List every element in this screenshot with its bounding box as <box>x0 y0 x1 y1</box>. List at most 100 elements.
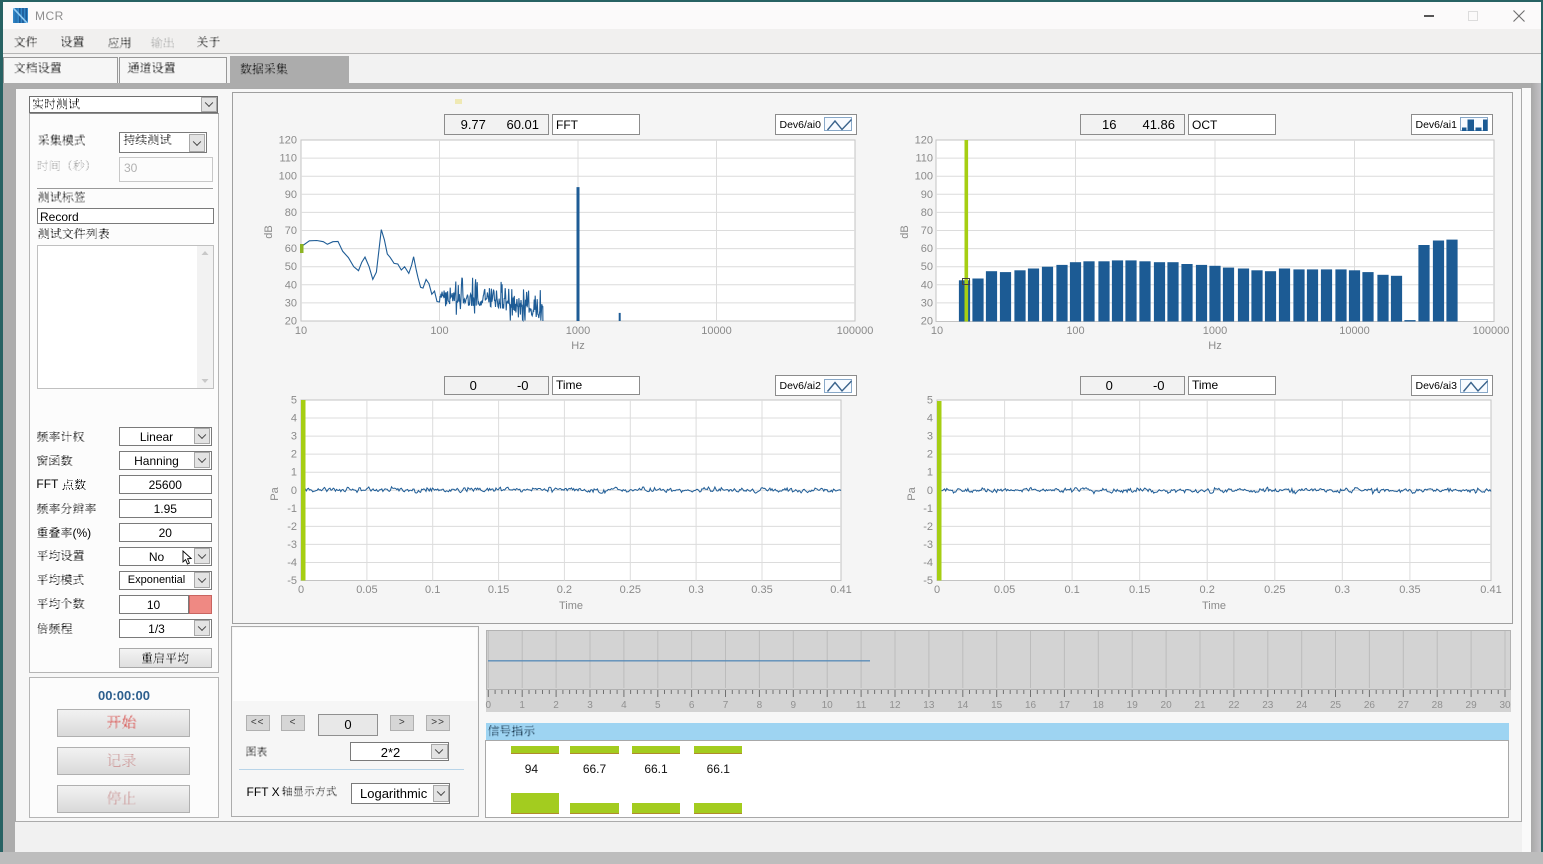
svg-text:0.2: 0.2 <box>1200 584 1215 596</box>
svg-text:16: 16 <box>1025 700 1037 711</box>
svg-text:Hz: Hz <box>571 340 584 352</box>
svg-text:14: 14 <box>957 700 969 711</box>
svg-text:0.1: 0.1 <box>425 584 440 596</box>
svg-text:5: 5 <box>655 700 661 711</box>
svg-text:1000: 1000 <box>566 325 590 337</box>
svg-text:1: 1 <box>291 467 297 479</box>
svg-text:9: 9 <box>791 700 797 711</box>
svg-text:3: 3 <box>291 431 297 443</box>
svg-text:13: 13 <box>923 700 935 711</box>
svg-text:30: 30 <box>285 297 297 309</box>
svg-text:-1: -1 <box>287 503 297 515</box>
svg-text:0.25: 0.25 <box>1264 584 1285 596</box>
svg-text:4: 4 <box>927 413 933 425</box>
svg-text:100000: 100000 <box>1473 325 1510 337</box>
svg-text:2: 2 <box>927 449 933 461</box>
svg-text:27: 27 <box>1398 700 1410 711</box>
svg-text:0: 0 <box>927 485 933 497</box>
svg-text:0: 0 <box>934 584 940 596</box>
svg-text:11: 11 <box>856 700 867 711</box>
svg-text:0.05: 0.05 <box>994 584 1015 596</box>
svg-text:-2: -2 <box>287 521 297 533</box>
svg-text:7: 7 <box>723 700 729 711</box>
svg-text:-2: -2 <box>923 521 933 533</box>
svg-text:-5: -5 <box>287 575 297 587</box>
svg-text:-1: -1 <box>923 503 933 515</box>
svg-text:29: 29 <box>1466 700 1478 711</box>
svg-text:21: 21 <box>1194 700 1206 711</box>
svg-text:100000: 100000 <box>837 325 874 337</box>
svg-text:dB: dB <box>263 225 275 238</box>
svg-text:dB: dB <box>899 225 911 238</box>
svg-text:0: 0 <box>298 584 304 596</box>
svg-text:5: 5 <box>291 395 297 407</box>
svg-text:0: 0 <box>291 485 297 497</box>
svg-text:110: 110 <box>915 153 933 165</box>
svg-text:70: 70 <box>921 225 933 237</box>
svg-text:Time: Time <box>1202 600 1226 612</box>
svg-text:3: 3 <box>587 700 593 711</box>
svg-text:22: 22 <box>1228 700 1240 711</box>
svg-text:10000: 10000 <box>1339 325 1370 337</box>
svg-text:2: 2 <box>553 700 559 711</box>
svg-text:4: 4 <box>291 413 297 425</box>
svg-text:0.05: 0.05 <box>356 584 377 596</box>
svg-text:25: 25 <box>1330 700 1342 711</box>
svg-text:18: 18 <box>1093 700 1105 711</box>
svg-text:80: 80 <box>285 207 297 219</box>
svg-text:70: 70 <box>285 225 297 237</box>
svg-text:0.1: 0.1 <box>1064 584 1079 596</box>
svg-text:3: 3 <box>927 431 933 443</box>
svg-text:120: 120 <box>915 135 933 147</box>
svg-text:10000: 10000 <box>701 325 732 337</box>
svg-text:30: 30 <box>921 297 933 309</box>
svg-text:19: 19 <box>1127 700 1139 711</box>
svg-text:-3: -3 <box>287 539 297 551</box>
svg-text:28: 28 <box>1432 700 1444 711</box>
svg-text:1: 1 <box>927 467 933 479</box>
svg-text:50: 50 <box>921 261 933 273</box>
svg-text:90: 90 <box>921 189 933 201</box>
svg-text:100: 100 <box>430 325 448 337</box>
svg-text:Pa: Pa <box>906 486 918 500</box>
svg-text:50: 50 <box>285 261 297 273</box>
svg-text:1000: 1000 <box>1203 325 1227 337</box>
svg-text:80: 80 <box>921 207 933 219</box>
svg-text:-4: -4 <box>923 557 933 569</box>
svg-text:10: 10 <box>822 700 834 711</box>
svg-text:24: 24 <box>1296 700 1308 711</box>
svg-text:-3: -3 <box>923 539 933 551</box>
svg-text:10: 10 <box>931 325 943 337</box>
svg-text:0: 0 <box>486 700 492 711</box>
svg-text:2: 2 <box>291 449 297 461</box>
svg-text:60: 60 <box>285 243 297 255</box>
svg-text:8: 8 <box>757 700 763 711</box>
svg-text:0.25: 0.25 <box>620 584 641 596</box>
svg-text:0.41: 0.41 <box>1480 584 1501 596</box>
svg-text:0.15: 0.15 <box>488 584 509 596</box>
svg-text:20: 20 <box>1161 700 1173 711</box>
svg-text:1: 1 <box>519 700 525 711</box>
svg-text:Time: Time <box>559 600 583 612</box>
svg-text:40: 40 <box>285 279 297 291</box>
svg-text:90: 90 <box>285 189 297 201</box>
svg-text:100: 100 <box>915 171 933 183</box>
svg-text:-4: -4 <box>287 557 297 569</box>
svg-text:5: 5 <box>927 395 933 407</box>
svg-text:15: 15 <box>991 700 1003 711</box>
svg-text:0.41: 0.41 <box>830 584 851 596</box>
svg-text:110: 110 <box>279 153 297 165</box>
svg-text:0.35: 0.35 <box>751 584 772 596</box>
svg-text:0.35: 0.35 <box>1399 584 1420 596</box>
svg-text:100: 100 <box>279 171 297 183</box>
svg-text:0.2: 0.2 <box>557 584 572 596</box>
svg-text:0.15: 0.15 <box>1129 584 1150 596</box>
svg-text:60: 60 <box>921 243 933 255</box>
svg-text:Hz: Hz <box>1208 340 1221 352</box>
svg-text:40: 40 <box>921 279 933 291</box>
svg-text:0.3: 0.3 <box>1335 584 1350 596</box>
svg-text:26: 26 <box>1364 700 1376 711</box>
svg-text:4: 4 <box>621 700 627 711</box>
svg-text:12: 12 <box>889 700 901 711</box>
svg-text:6: 6 <box>689 700 695 711</box>
